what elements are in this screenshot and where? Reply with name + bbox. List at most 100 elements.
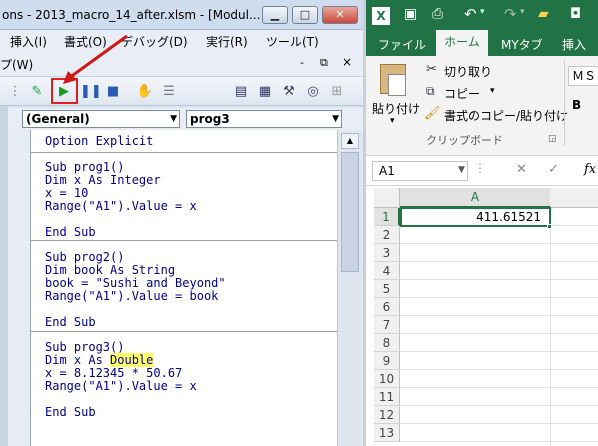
code-line: Dim x As Integer: [45, 173, 161, 187]
bold-icon[interactable]: B: [572, 98, 581, 112]
row-header[interactable]: 4: [374, 262, 400, 280]
vertical-scrollbar[interactable]: ▲: [337, 130, 363, 446]
list-icon[interactable]: ☰: [160, 83, 178, 101]
more-icon[interactable]: ⊞: [328, 83, 346, 101]
procedure-dropdown-value: prog3: [190, 112, 230, 126]
table-row: [400, 280, 598, 298]
enter-icon[interactable]: ✓: [548, 162, 559, 177]
row-header[interactable]: 7: [374, 316, 400, 334]
formula-bar-grip-icon: ⋮: [474, 161, 486, 175]
minimize-button[interactable]: ▁: [262, 6, 288, 24]
excel-window: X ▣ ⎙ ↶ ▾ ↷ ▾ ▰ ◘ ファイル MYタブ 挿入 ホーム 貼り付け …: [363, 0, 598, 446]
object-browser-icon[interactable]: ▦: [256, 83, 274, 101]
properties-icon[interactable]: ▤: [232, 83, 250, 101]
column-header-a[interactable]: A: [400, 188, 550, 208]
scissors-icon: ✂: [426, 62, 437, 77]
quick-access-toolbar: X ▣ ⎙ ↶ ▾ ↷ ▾ ▰ ◘: [366, 0, 598, 32]
fill-handle[interactable]: [547, 224, 552, 229]
chevron-down-icon: ▼: [170, 114, 177, 124]
paste-button[interactable]: 貼り付け: [372, 100, 420, 117]
folder-icon[interactable]: ▰: [538, 6, 549, 22]
tab-insert[interactable]: 挿入: [562, 36, 586, 53]
dialog-launcher-icon[interactable]: ◲: [548, 134, 557, 144]
code-line: x = 10: [45, 186, 89, 200]
undo-dropdown-icon[interactable]: ▾: [480, 7, 485, 17]
undo-icon[interactable]: ↶: [464, 5, 477, 23]
cut-button[interactable]: 切り取り: [444, 63, 492, 80]
restore-icon[interactable]: -: [300, 56, 304, 69]
cell-a1[interactable]: 411.61521: [400, 207, 551, 227]
row-header[interactable]: 5: [374, 280, 400, 298]
row-header[interactable]: 9: [374, 352, 400, 370]
vbe-title-bar: ons - 2013_macro_14_after.xlsm - [Modul.…: [0, 0, 363, 30]
column-header-b[interactable]: [550, 188, 598, 208]
row-header[interactable]: 13: [374, 424, 400, 442]
row-header[interactable]: 1: [374, 208, 400, 226]
restore-window-icon[interactable]: ⧉: [320, 56, 328, 70]
format-painter-button[interactable]: 書式のコピー/貼り付け: [444, 107, 568, 124]
ribbon: 貼り付け ▾ ✂ 切り取り ⧉ コピー ▾ 🖌 書式のコピー/貼り付け クリップ…: [366, 56, 598, 156]
design-mode-icon[interactable]: ✎: [28, 83, 46, 101]
red-arrow-annotation: [63, 34, 128, 84]
code-line: Range("A1").Value = book: [45, 289, 219, 303]
save-icon[interactable]: ▣: [404, 6, 417, 22]
name-box[interactable]: A1: [372, 161, 468, 181]
menu-tools[interactable]: ツール(T): [266, 33, 319, 50]
zoom-icon[interactable]: ◎: [304, 83, 322, 101]
scroll-thumb[interactable]: [341, 152, 359, 272]
scroll-up-icon[interactable]: ▲: [341, 133, 359, 149]
code-line: Range("A1").Value = x: [45, 199, 197, 213]
menu-help[interactable]: プ(W): [0, 56, 33, 73]
menu-insert[interactable]: 挿入(I): [10, 33, 47, 50]
procedure-dropdown[interactable]: prog3 ▼: [186, 110, 342, 128]
close-module-icon[interactable]: ×: [342, 55, 352, 69]
row-header[interactable]: 8: [374, 334, 400, 352]
table-row: [400, 298, 598, 316]
excel-logo-icon: X: [372, 7, 390, 25]
table-row: [400, 262, 598, 280]
vbe-window: ons - 2013_macro_14_after.xlsm - [Modul.…: [0, 0, 363, 446]
row-header[interactable]: 12: [374, 406, 400, 424]
select-all-corner[interactable]: [374, 188, 400, 208]
copy-button[interactable]: コピー: [444, 85, 480, 102]
code-line: Sub prog2(): [45, 250, 125, 264]
close-button[interactable]: ✕: [322, 6, 358, 24]
paste-sheet-icon: [388, 74, 406, 96]
table-row: [400, 388, 598, 406]
redo-icon[interactable]: ↷: [504, 5, 517, 23]
tab-file[interactable]: ファイル: [378, 36, 426, 53]
camera-icon[interactable]: ◘: [570, 6, 581, 22]
menu-run[interactable]: 実行(R): [206, 33, 248, 50]
code-line: book = "Sushi and Beyond": [45, 276, 226, 290]
insert-function-button[interactable]: fx: [584, 162, 596, 177]
tab-home[interactable]: ホーム: [436, 30, 488, 56]
code-editor[interactable]: Option Explicit Sub prog1() Dim x As Int…: [30, 130, 338, 446]
print-icon[interactable]: ⎙: [432, 6, 443, 22]
paste-dropdown-icon[interactable]: ▾: [390, 116, 395, 126]
highlighted-keyword: Double: [110, 353, 154, 367]
toolbox-icon[interactable]: ⚒: [280, 83, 298, 101]
maximize-button[interactable]: □: [292, 6, 318, 24]
font-name-box[interactable]: ＭＳ Ｐ: [568, 66, 598, 86]
object-dropdown[interactable]: (General) ▼: [22, 110, 180, 128]
row-header[interactable]: 11: [374, 388, 400, 406]
redo-dropdown-icon[interactable]: ▾: [520, 7, 525, 17]
formula-bar: A1 ▼ ⋮ ✕ ✓ fx: [366, 156, 598, 186]
code-line: Dim x As Double: [45, 353, 154, 367]
name-box-dropdown-icon[interactable]: ▼: [458, 165, 465, 175]
left-pane-edge: [0, 106, 8, 446]
row-header[interactable]: 2: [374, 226, 400, 244]
table-row: [400, 316, 598, 334]
cancel-icon[interactable]: ✕: [516, 162, 527, 177]
code-line: Dim book As String: [45, 263, 176, 277]
clipboard-group-label: クリップボード: [426, 134, 503, 147]
row-header[interactable]: 6: [374, 298, 400, 316]
table-row: [400, 406, 598, 424]
copy-dropdown-icon[interactable]: ▾: [490, 86, 495, 96]
row-header[interactable]: 10: [374, 370, 400, 388]
hand-icon[interactable]: ✋: [136, 83, 154, 101]
format-painter-icon: 🖌: [424, 106, 441, 121]
tab-mytab[interactable]: MYタブ: [501, 36, 543, 53]
row-header[interactable]: 3: [374, 244, 400, 262]
worksheet-grid[interactable]: A 1 2 3 4 5 6 7 8 9 10 11 12 13 411.6152…: [366, 188, 598, 446]
